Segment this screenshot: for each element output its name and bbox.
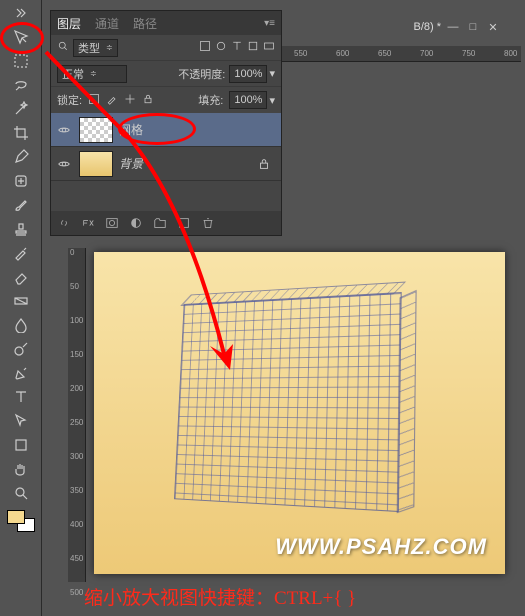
fill-flyout-icon[interactable]: ▾ bbox=[269, 94, 275, 107]
lock-move-icon[interactable] bbox=[124, 93, 136, 108]
lock-paint-icon[interactable] bbox=[106, 93, 118, 108]
watermark-text: WWW.PSAHZ.COM bbox=[275, 534, 487, 560]
mesh-graphic bbox=[175, 293, 401, 511]
heal-tool[interactable] bbox=[10, 170, 32, 192]
layer-name[interactable]: 网格 bbox=[119, 121, 143, 138]
blur-tool[interactable] bbox=[10, 314, 32, 336]
fill-label: 填充: bbox=[198, 92, 223, 108]
lock-all-icon[interactable] bbox=[142, 93, 154, 108]
document-canvas[interactable]: WWW.PSAHZ.COM bbox=[94, 252, 505, 574]
caption-text: 缩小放大视图快捷键：CTRL+{ } bbox=[84, 583, 356, 610]
brush-tool[interactable] bbox=[10, 194, 32, 216]
opacity-flyout-icon[interactable]: ▾ bbox=[269, 67, 275, 80]
filter-adjust-icon[interactable] bbox=[215, 40, 227, 55]
filter-shape-icon[interactable] bbox=[247, 40, 259, 55]
ruler-left: 050100150200250300350400450500 bbox=[68, 248, 86, 582]
close-button[interactable]: ✕ bbox=[485, 20, 501, 34]
tool-palette bbox=[0, 0, 42, 616]
zoom-tool[interactable] bbox=[10, 482, 32, 504]
shape-tool[interactable] bbox=[10, 434, 32, 456]
crop-tool[interactable] bbox=[10, 122, 32, 144]
fx-icon[interactable] bbox=[81, 216, 95, 230]
link-icon[interactable] bbox=[57, 216, 71, 230]
history-brush-tool[interactable] bbox=[10, 242, 32, 264]
eyedropper-tool[interactable] bbox=[10, 146, 32, 168]
trash-icon[interactable] bbox=[201, 216, 215, 230]
lock-icon bbox=[257, 157, 271, 171]
filter-smart-icon[interactable] bbox=[263, 40, 275, 55]
opacity-label: 不透明度: bbox=[178, 66, 225, 82]
filter-type-dropdown[interactable]: 类型≑ bbox=[73, 39, 118, 57]
pen-tool[interactable] bbox=[10, 362, 32, 384]
layer-name[interactable]: 背景 bbox=[119, 155, 143, 172]
dodge-tool[interactable] bbox=[10, 338, 32, 360]
wand-tool[interactable] bbox=[10, 98, 32, 120]
group-icon[interactable] bbox=[153, 216, 167, 230]
eraser-tool[interactable] bbox=[10, 266, 32, 288]
visibility-icon[interactable] bbox=[55, 121, 73, 139]
tab-layers[interactable]: 图层 bbox=[57, 15, 81, 32]
blend-mode-dropdown[interactable]: 正常≑ bbox=[57, 65, 127, 83]
collapse-icon[interactable] bbox=[10, 2, 32, 24]
layer-row[interactable]: 背景 bbox=[51, 147, 281, 181]
lock-trans-icon[interactable] bbox=[88, 93, 100, 108]
hand-tool[interactable] bbox=[10, 458, 32, 480]
visibility-icon[interactable] bbox=[55, 155, 73, 173]
layer-list: 网格 背景 bbox=[51, 113, 281, 181]
lock-label: 锁定: bbox=[57, 92, 82, 108]
layer-thumb bbox=[79, 151, 113, 177]
new-layer-icon[interactable] bbox=[177, 216, 191, 230]
window-titlebar: B/8) * — □ ✕ bbox=[413, 20, 501, 34]
mask-icon[interactable] bbox=[105, 216, 119, 230]
tab-channels[interactable]: 通道 bbox=[95, 15, 119, 32]
lasso-tool[interactable] bbox=[10, 74, 32, 96]
panel-tabs: 图层 通道 路径 ▾≡ bbox=[51, 11, 281, 35]
filter-type-icon[interactable] bbox=[231, 40, 243, 55]
opacity-value[interactable]: 100% bbox=[229, 65, 267, 83]
gradient-tool[interactable] bbox=[10, 290, 32, 312]
marquee-tool[interactable] bbox=[10, 50, 32, 72]
move-tool[interactable] bbox=[10, 26, 32, 48]
layer-row[interactable]: 网格 bbox=[51, 113, 281, 147]
layers-panel: 图层 通道 路径 ▾≡ 类型≑ 正常≑ 不透明度: 100%▾ 锁定: 填充: … bbox=[50, 10, 282, 236]
maximize-button[interactable]: □ bbox=[465, 20, 481, 34]
stamp-tool[interactable] bbox=[10, 218, 32, 240]
type-tool[interactable] bbox=[10, 386, 32, 408]
panel-menu-icon[interactable]: ▾≡ bbox=[264, 18, 275, 29]
layer-thumb bbox=[79, 117, 113, 143]
color-swatch[interactable] bbox=[7, 510, 35, 532]
tab-paths[interactable]: 路径 bbox=[133, 15, 157, 32]
search-icon bbox=[57, 40, 69, 55]
doc-title: B/8) * bbox=[413, 21, 441, 33]
canvas-area: 050100150200250300350400450500 WWW.PSAHZ… bbox=[68, 248, 513, 582]
filter-pixel-icon[interactable] bbox=[199, 40, 211, 55]
minimize-button[interactable]: — bbox=[445, 20, 461, 34]
path-select-tool[interactable] bbox=[10, 410, 32, 432]
fill-value[interactable]: 100% bbox=[229, 91, 267, 109]
panel-footer bbox=[51, 211, 281, 235]
adjust-icon[interactable] bbox=[129, 216, 143, 230]
